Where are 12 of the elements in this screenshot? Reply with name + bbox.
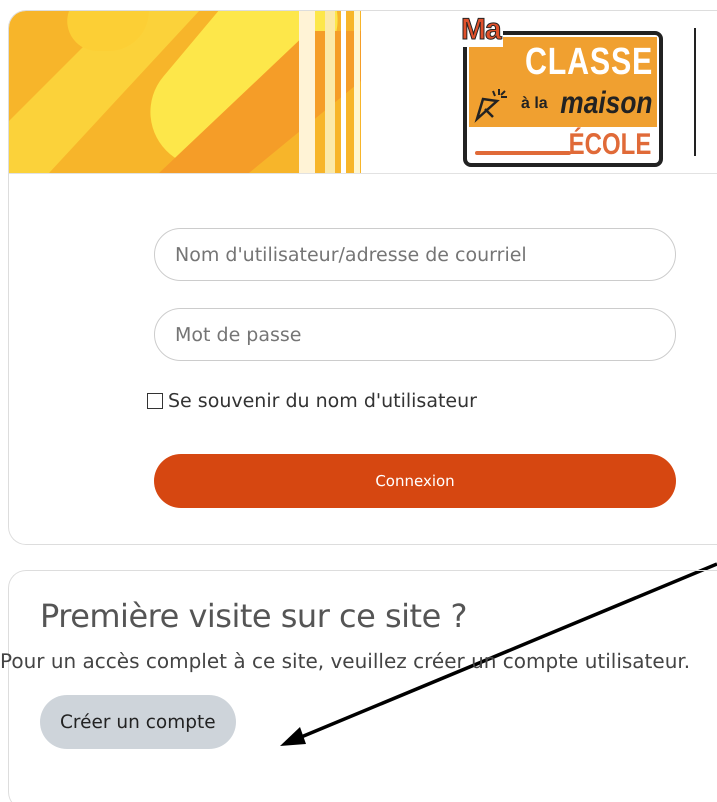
section-title: Première visite sur ce site ?	[40, 597, 468, 635]
create-account-button[interactable]: Créer un compte	[40, 695, 236, 749]
username-field[interactable]: Nom d'utilisateur/adresse de courriel	[154, 228, 676, 281]
logo-text: CLASSE	[524, 41, 653, 84]
password-field[interactable]: Mot de passe	[154, 308, 676, 361]
logo-text: maison	[560, 85, 653, 121]
cursor-icon	[473, 87, 509, 123]
checkbox[interactable]	[147, 393, 163, 409]
checkbox-label: Se souvenir du nom d'utilisateur	[168, 390, 477, 412]
login-button[interactable]: Connexion	[154, 454, 676, 508]
logo-text: ÉCOLE	[568, 128, 651, 162]
logo-text: à la	[521, 95, 548, 113]
